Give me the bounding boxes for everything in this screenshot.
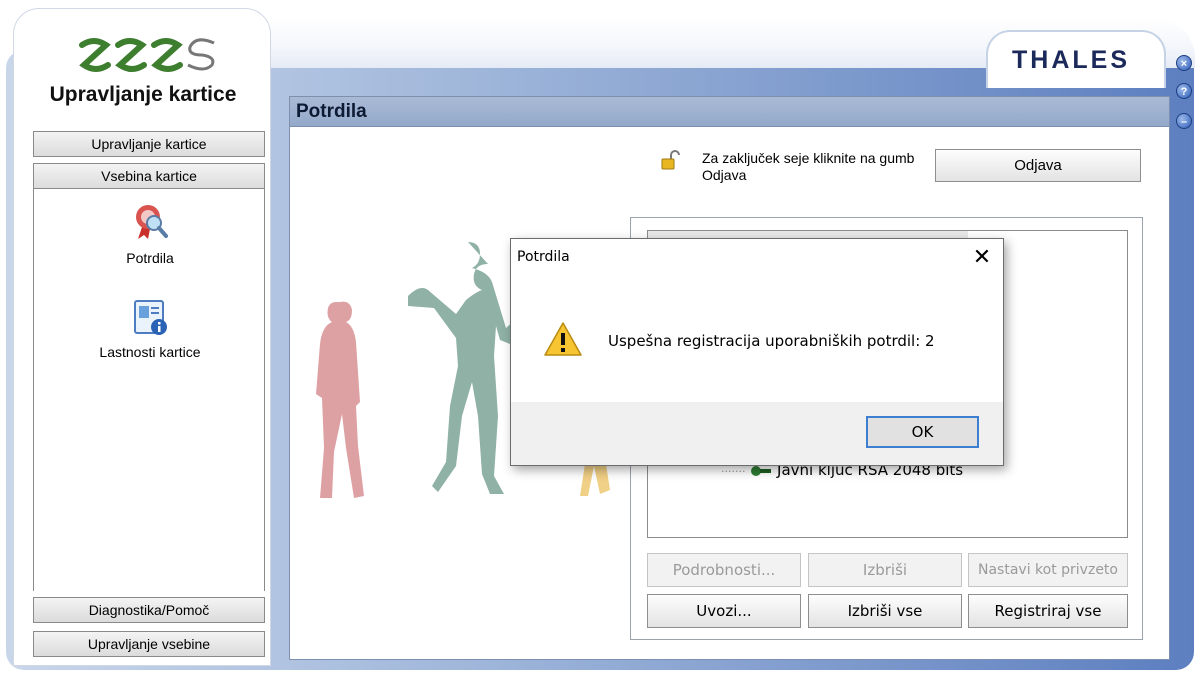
- nav-upravljanje-kartice[interactable]: Upravljanje kartice: [33, 131, 265, 157]
- sidebar-item-label: Potrdila: [126, 250, 174, 266]
- ok-button[interactable]: OK: [866, 416, 979, 448]
- brand-logo: THALES: [1012, 46, 1130, 74]
- sidebar-content: Potrdila Lastnosti kartice: [33, 189, 265, 591]
- set-default-button[interactable]: Nastavi kot privzeto: [968, 553, 1128, 587]
- card-properties-icon: [134, 300, 167, 335]
- message-dialog: Potrdila ✕ Uspešna registracija uporabni…: [510, 238, 1004, 466]
- sidebar-item-potrdila[interactable]: Potrdila: [34, 201, 266, 266]
- logout-button[interactable]: Odjava: [935, 149, 1141, 182]
- minimize-icon[interactable]: –: [1176, 113, 1192, 129]
- details-button[interactable]: Podrobnosti...: [647, 553, 801, 587]
- tree-line: ·······: [721, 465, 746, 478]
- app-title: Upravljanje kartice: [49, 83, 237, 106]
- nav-upravljanje-vsebine[interactable]: Upravljanje vsebine: [33, 631, 265, 657]
- app-logo: [79, 38, 215, 72]
- help-icon[interactable]: ?: [1176, 83, 1192, 99]
- nav-vsebina-kartice[interactable]: Vsebina kartice: [33, 163, 265, 189]
- sidebar-item-label: Lastnosti kartice: [99, 344, 201, 360]
- certificate-search-icon: [136, 205, 168, 239]
- register-all-button[interactable]: Registriraj vse: [968, 594, 1128, 628]
- logout-note: Za zaključek seje kliknite na gumb Odjav…: [702, 150, 915, 183]
- close-window-icon[interactable]: ×: [1176, 55, 1192, 71]
- warning-icon: [544, 322, 582, 356]
- page-title: Potrdila: [289, 96, 1170, 127]
- dialog-message: Uspešna registracija uporabniških potrdi…: [608, 332, 935, 350]
- lock-open-icon: [661, 150, 680, 170]
- dialog-title: Potrdila: [517, 249, 570, 265]
- import-button[interactable]: Uvozi...: [647, 594, 801, 628]
- sidebar-item-lastnosti[interactable]: Lastnosti kartice: [34, 299, 266, 360]
- delete-button[interactable]: Izbriši: [808, 553, 962, 587]
- close-icon[interactable]: ✕: [967, 243, 997, 271]
- nav-diagnostika-pomoc[interactable]: Diagnostika/Pomoč: [33, 597, 265, 623]
- delete-all-button[interactable]: Izbriši vse: [808, 594, 962, 628]
